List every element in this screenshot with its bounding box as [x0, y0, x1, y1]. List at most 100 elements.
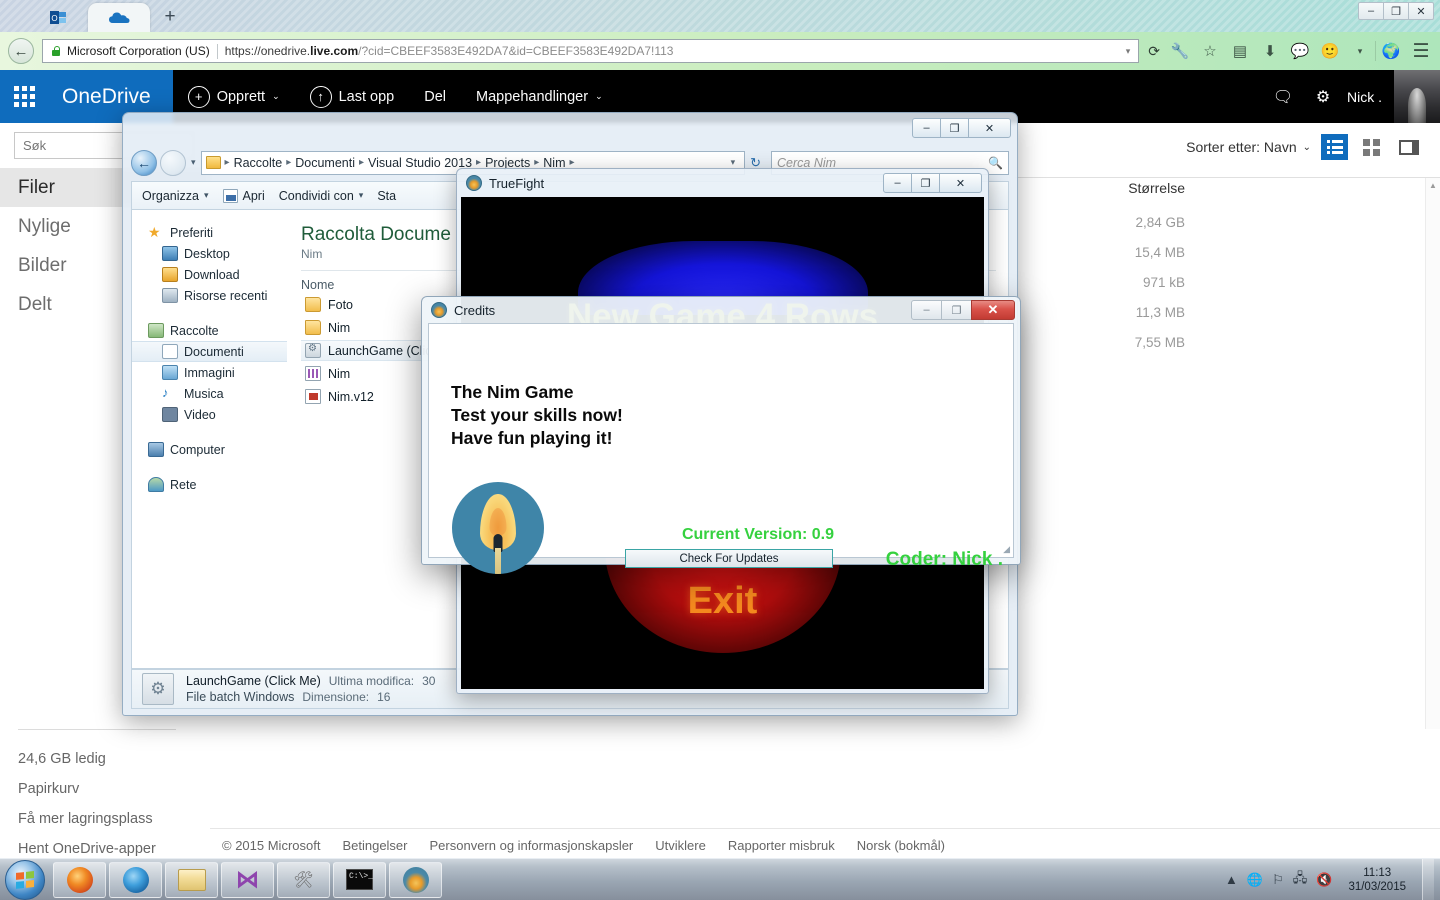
user-name-label[interactable]: Nick .: [1343, 89, 1394, 105]
nav-header-preferiti[interactable]: ★ Preferiti: [132, 222, 287, 243]
nav-header-raccolte[interactable]: Raccolte: [132, 320, 287, 341]
taskbar-nim-button[interactable]: [389, 861, 442, 898]
details-pane-button[interactable]: [1395, 134, 1422, 160]
list-view-button[interactable]: [1321, 134, 1348, 160]
show-hidden-icons-button[interactable]: ▲: [1225, 872, 1238, 887]
visual-studio-icon: ⋈: [236, 866, 259, 892]
truefight-minimize-button[interactable]: –: [883, 173, 912, 193]
nav-group-preferiti: ★ Preferiti Desktop Download Risorse rec…: [132, 222, 287, 306]
outlook-tab[interactable]: O: [32, 3, 84, 32]
scroll-up-icon[interactable]: ▲: [1426, 178, 1440, 190]
nav-item-documenti[interactable]: Documenti: [132, 341, 287, 362]
nav-item-rete[interactable]: Rete: [132, 474, 287, 495]
chevron-down-icon[interactable]: ▾: [186, 157, 201, 168]
browser-close-button[interactable]: ✕: [1408, 2, 1434, 20]
explorer-back-button[interactable]: ←: [131, 149, 157, 176]
status-line-bottom: File batch Windows Dimensione: 16: [186, 690, 435, 704]
computer-icon: [148, 442, 164, 457]
hamburger-menu-icon[interactable]: ☰: [1406, 36, 1436, 66]
status-line-top: LaunchGame (Click Me) Ultima modifica: 3…: [186, 674, 435, 688]
nav-item-video[interactable]: Video: [132, 404, 287, 425]
credits-title-bar[interactable]: Credits – ❐ ✕: [422, 297, 1020, 323]
nav-item-desktop[interactable]: Desktop: [132, 243, 287, 264]
privacy-link[interactable]: Personvern og informasjonskapsler: [430, 838, 634, 853]
truefight-close-button[interactable]: ✕: [939, 173, 982, 193]
credits-minimize-button[interactable]: –: [911, 300, 942, 320]
taskbar-firefox-button[interactable]: [53, 861, 106, 898]
folder-icon: [305, 297, 321, 312]
print-button[interactable]: Sta: [377, 189, 410, 203]
truefight-maximize-button[interactable]: ❐: [911, 173, 940, 193]
chat-icon[interactable]: 💬: [1285, 36, 1315, 66]
chevron-down-icon[interactable]: ▾: [1345, 36, 1375, 66]
wrench-icon[interactable]: 🔧: [1165, 36, 1195, 66]
get-more-storage-link[interactable]: Få mer lagringsplass: [0, 804, 190, 834]
start-button[interactable]: [5, 859, 45, 900]
taskbar-tools-button[interactable]: 🛠: [277, 861, 330, 898]
reload-icon[interactable]: ⟳: [1143, 43, 1165, 60]
language-link[interactable]: Norsk (bokmål): [857, 838, 945, 853]
clock[interactable]: 11:13 31/03/2015: [1341, 866, 1413, 894]
nav-item-risorse-recenti[interactable]: Risorse recenti: [132, 285, 287, 306]
credits-close-button[interactable]: ✕: [971, 300, 1015, 320]
explorer-minimize-button[interactable]: –: [912, 118, 941, 138]
nav-item-download[interactable]: Download: [132, 264, 287, 285]
truefight-title-bar[interactable]: TrueFight – ❐ ✕: [457, 169, 988, 197]
page-scrollbar[interactable]: ▲: [1425, 178, 1440, 729]
download-icon[interactable]: ⬇: [1255, 36, 1285, 66]
nav-item-musica[interactable]: ♪ Musica: [132, 383, 287, 404]
action-flag-icon[interactable]: ⚐: [1272, 872, 1284, 888]
file-name: Nim: [328, 320, 351, 335]
onedrive-tab[interactable]: [88, 3, 150, 32]
status-modified-value: 30: [422, 674, 436, 688]
nav-item-computer[interactable]: Computer: [132, 439, 287, 460]
recycle-bin-link[interactable]: Papirkurv: [0, 774, 190, 804]
network-globe-icon[interactable]: 🌐: [1247, 872, 1263, 888]
clipboard-icon[interactable]: ▤: [1225, 36, 1255, 66]
avatar[interactable]: [1394, 70, 1440, 123]
gear-icon[interactable]: ⚙: [1303, 87, 1343, 107]
network-monitor-icon[interactable]: 🖧: [1293, 869, 1308, 891]
app-launcher-button[interactable]: [0, 70, 48, 123]
browser-minimize-button[interactable]: –: [1358, 2, 1384, 20]
chevron-down-icon[interactable]: ▾: [1122, 46, 1135, 57]
address-bar[interactable]: Microsoft Corporation (US) https://onedr…: [42, 39, 1140, 63]
nav-item-immagini[interactable]: Immagini: [132, 362, 287, 383]
credits-maximize-button[interactable]: ❐: [941, 300, 972, 320]
star-icon[interactable]: ☆: [1195, 36, 1225, 66]
show-desktop-button[interactable]: [1422, 858, 1434, 900]
chevron-down-icon[interactable]: ▾: [726, 157, 741, 168]
breadcrumb-item-raccolte[interactable]: Raccolte: [231, 156, 286, 170]
volume-muted-icon[interactable]: 🔇: [1316, 872, 1332, 888]
tiles-view-button[interactable]: [1358, 134, 1385, 160]
credits-dialog[interactable]: Credits – ❐ ✕ The Nim Game Test your ski…: [421, 296, 1021, 574]
explorer-title-bar[interactable]: – ❐ ✕: [123, 113, 1017, 143]
sort-by-button[interactable]: Sorter etter: Navn ⌄: [1186, 139, 1311, 155]
taskbar-explorer-button[interactable]: [165, 861, 218, 898]
breadcrumb-item-documenti[interactable]: Documenti: [292, 156, 358, 170]
new-tab-button[interactable]: +: [158, 6, 182, 28]
report-abuse-link[interactable]: Rapporter misbruk: [728, 838, 835, 853]
explorer-forward-button[interactable]: [160, 149, 186, 176]
share-with-button[interactable]: Condividi con ▾: [279, 189, 378, 203]
chat-bubble-icon[interactable]: 🗨: [1263, 87, 1303, 107]
open-button[interactable]: Apri: [222, 188, 279, 203]
check-for-updates-button[interactable]: Check For Updates: [625, 549, 833, 568]
command-prompt-icon: C:\>_: [346, 869, 373, 890]
chevron-down-icon: ▾: [358, 190, 364, 200]
smiley-icon[interactable]: 🙂: [1315, 36, 1345, 66]
resize-grip-icon[interactable]: ◢: [1003, 544, 1010, 555]
taskbar-browser-button[interactable]: [109, 861, 162, 898]
credits-line: Have fun playing it!: [451, 428, 613, 448]
back-button[interactable]: ←: [8, 38, 34, 64]
terms-link[interactable]: Betingelser: [342, 838, 407, 853]
explorer-close-button[interactable]: ✕: [968, 118, 1011, 138]
organize-button[interactable]: Organizza ▾: [142, 189, 223, 203]
explorer-maximize-button[interactable]: ❐: [940, 118, 969, 138]
browser-maximize-button[interactable]: ❐: [1383, 2, 1409, 20]
taskbar-command-prompt-button[interactable]: C:\>_: [333, 861, 386, 898]
globe-icon[interactable]: 🌍: [1376, 36, 1406, 66]
developers-link[interactable]: Utviklere: [655, 838, 706, 853]
taskbar-visual-studio-button[interactable]: ⋈: [221, 861, 274, 898]
breadcrumb-item-visual-studio-2013[interactable]: Visual Studio 2013: [365, 156, 475, 170]
